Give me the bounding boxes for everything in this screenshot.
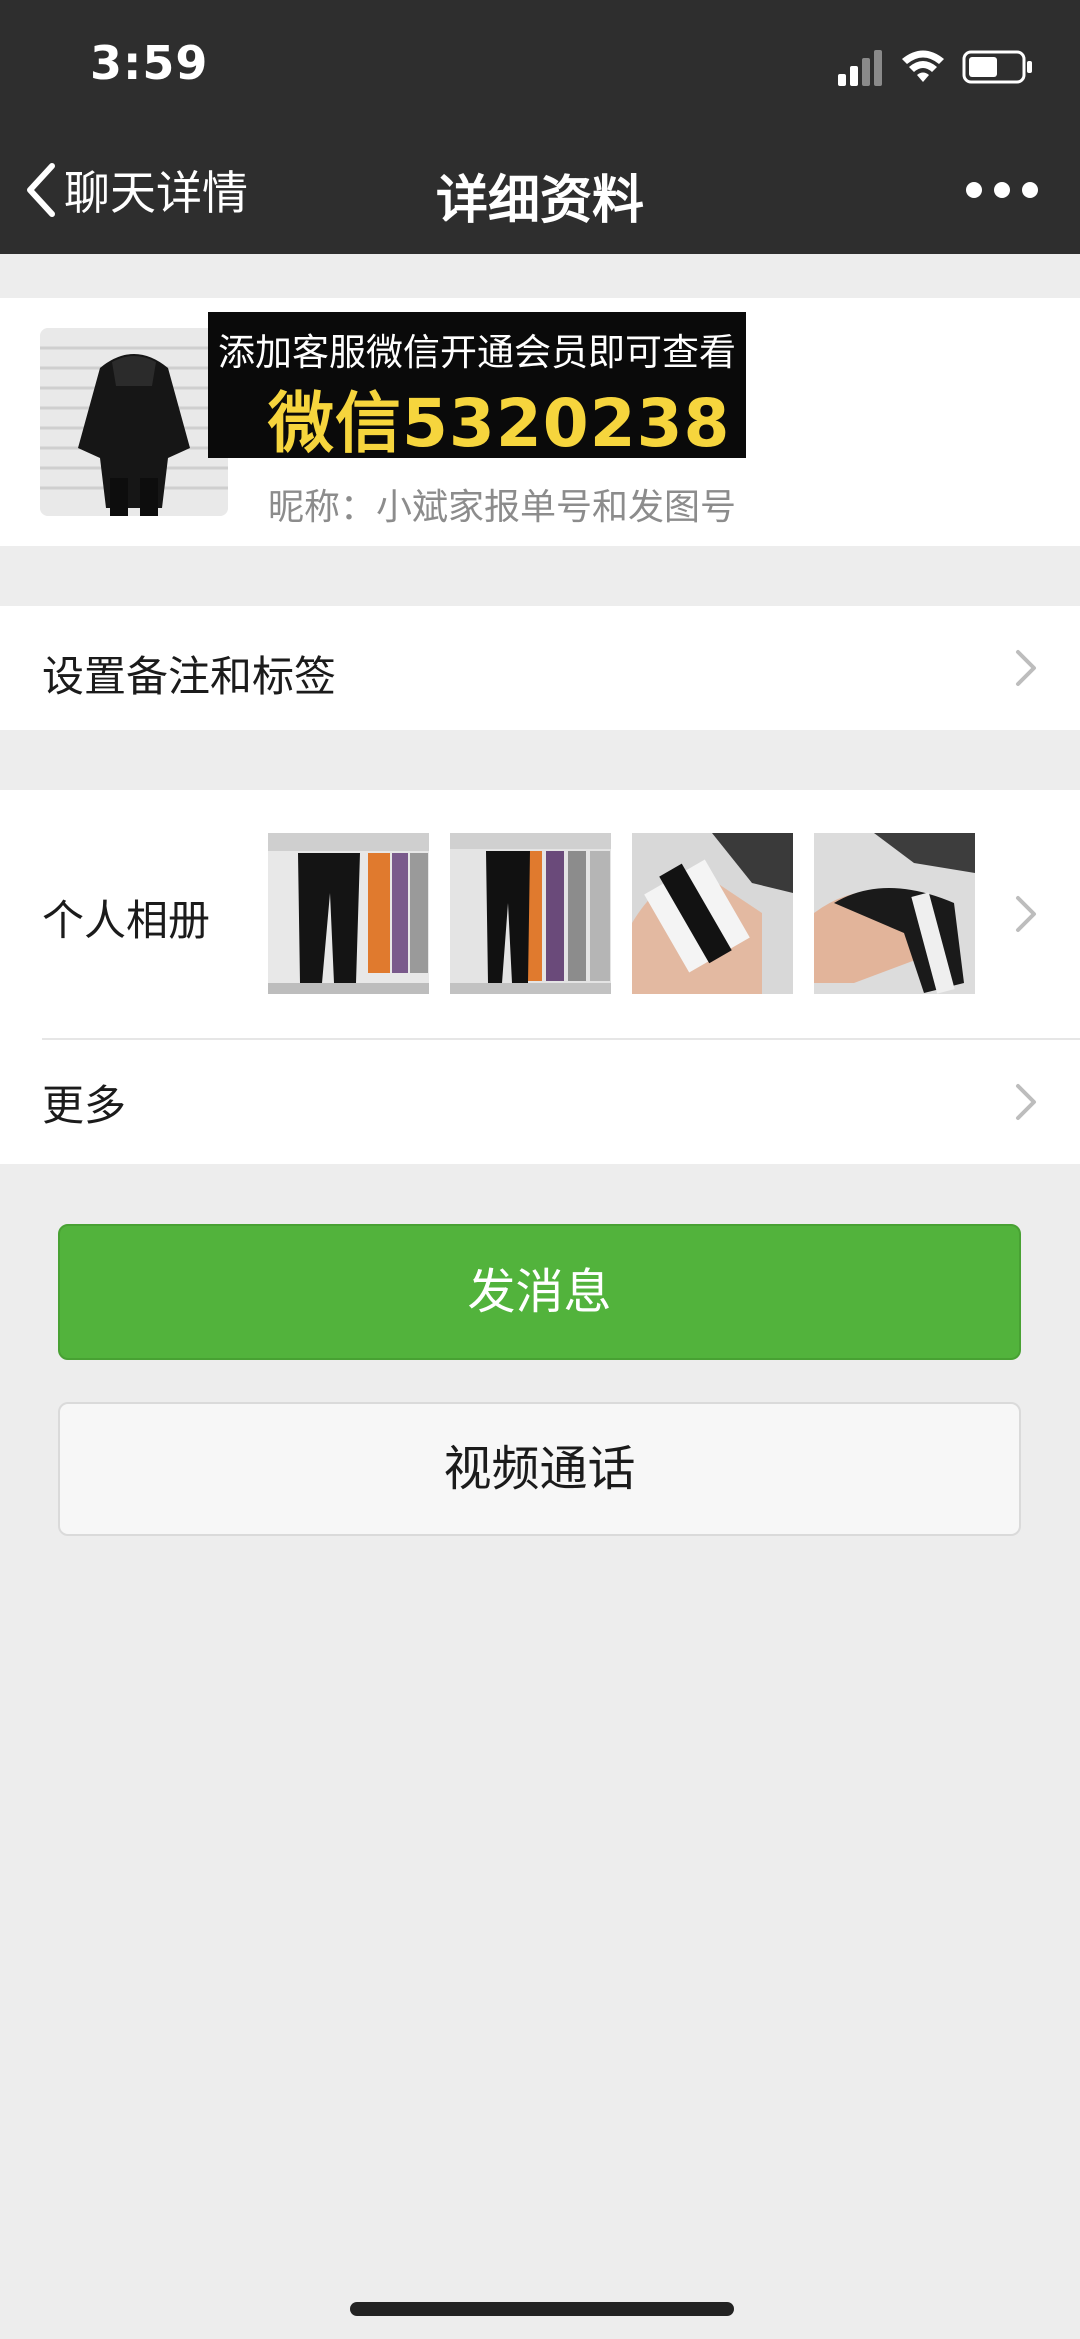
chevron-right-icon [1016, 650, 1036, 686]
album-photo[interactable] [632, 833, 793, 994]
wifi-icon [902, 50, 944, 82]
send-message-button[interactable]: 发消息 [58, 1224, 1021, 1360]
remark-tags-row[interactable]: 设置备注和标签 [0, 606, 1080, 730]
ad-banner-line1: 添加客服微信开通会员即可查看 [218, 331, 736, 374]
more-row[interactable]: 更多 [0, 1040, 1080, 1164]
avatar[interactable] [40, 328, 228, 516]
chevron-right-icon [1016, 896, 1036, 932]
avatar-image [40, 328, 228, 516]
ad-banner-line2: 微信5320238 [268, 385, 731, 462]
album-label: 个人相册 [42, 896, 211, 945]
top-bar: 3:59 聊天详情 详细资料 [0, 0, 1080, 254]
ad-banner: 添加客服微信开通会员即可查看 微信5320238 [208, 312, 746, 462]
nickname: 昵称：小斌家报单号和发图号 [268, 487, 737, 528]
album-photo[interactable] [450, 833, 611, 994]
signal-icon [838, 50, 882, 86]
video-call-button[interactable]: 视频通话 [58, 1402, 1021, 1536]
album-photo[interactable] [814, 833, 975, 994]
photo-image [450, 833, 611, 994]
profile-card: 添加客服微信开通会员即可查看 微信5320238 昵称：小斌家报单号和发图号 [0, 298, 1080, 546]
photo-image [268, 833, 429, 994]
more-label: 更多 [42, 1081, 127, 1130]
album-photos [268, 833, 975, 994]
status-time: 3:59 [90, 36, 209, 90]
page-title: 详细资料 [435, 171, 644, 231]
album-more-group: 个人相册 更多 [0, 790, 1080, 1164]
battery-icon [962, 50, 1032, 84]
more-options-icon[interactable] [964, 170, 1040, 210]
home-indicator[interactable] [350, 2302, 734, 2316]
album-row[interactable]: 个人相册 [0, 790, 1080, 1038]
chevron-right-icon [1016, 1084, 1036, 1120]
album-photo[interactable] [268, 833, 429, 994]
photo-image [632, 833, 793, 994]
photo-image [814, 833, 975, 994]
status-icons [838, 50, 1032, 86]
remark-tags-label: 设置备注和标签 [42, 652, 337, 701]
